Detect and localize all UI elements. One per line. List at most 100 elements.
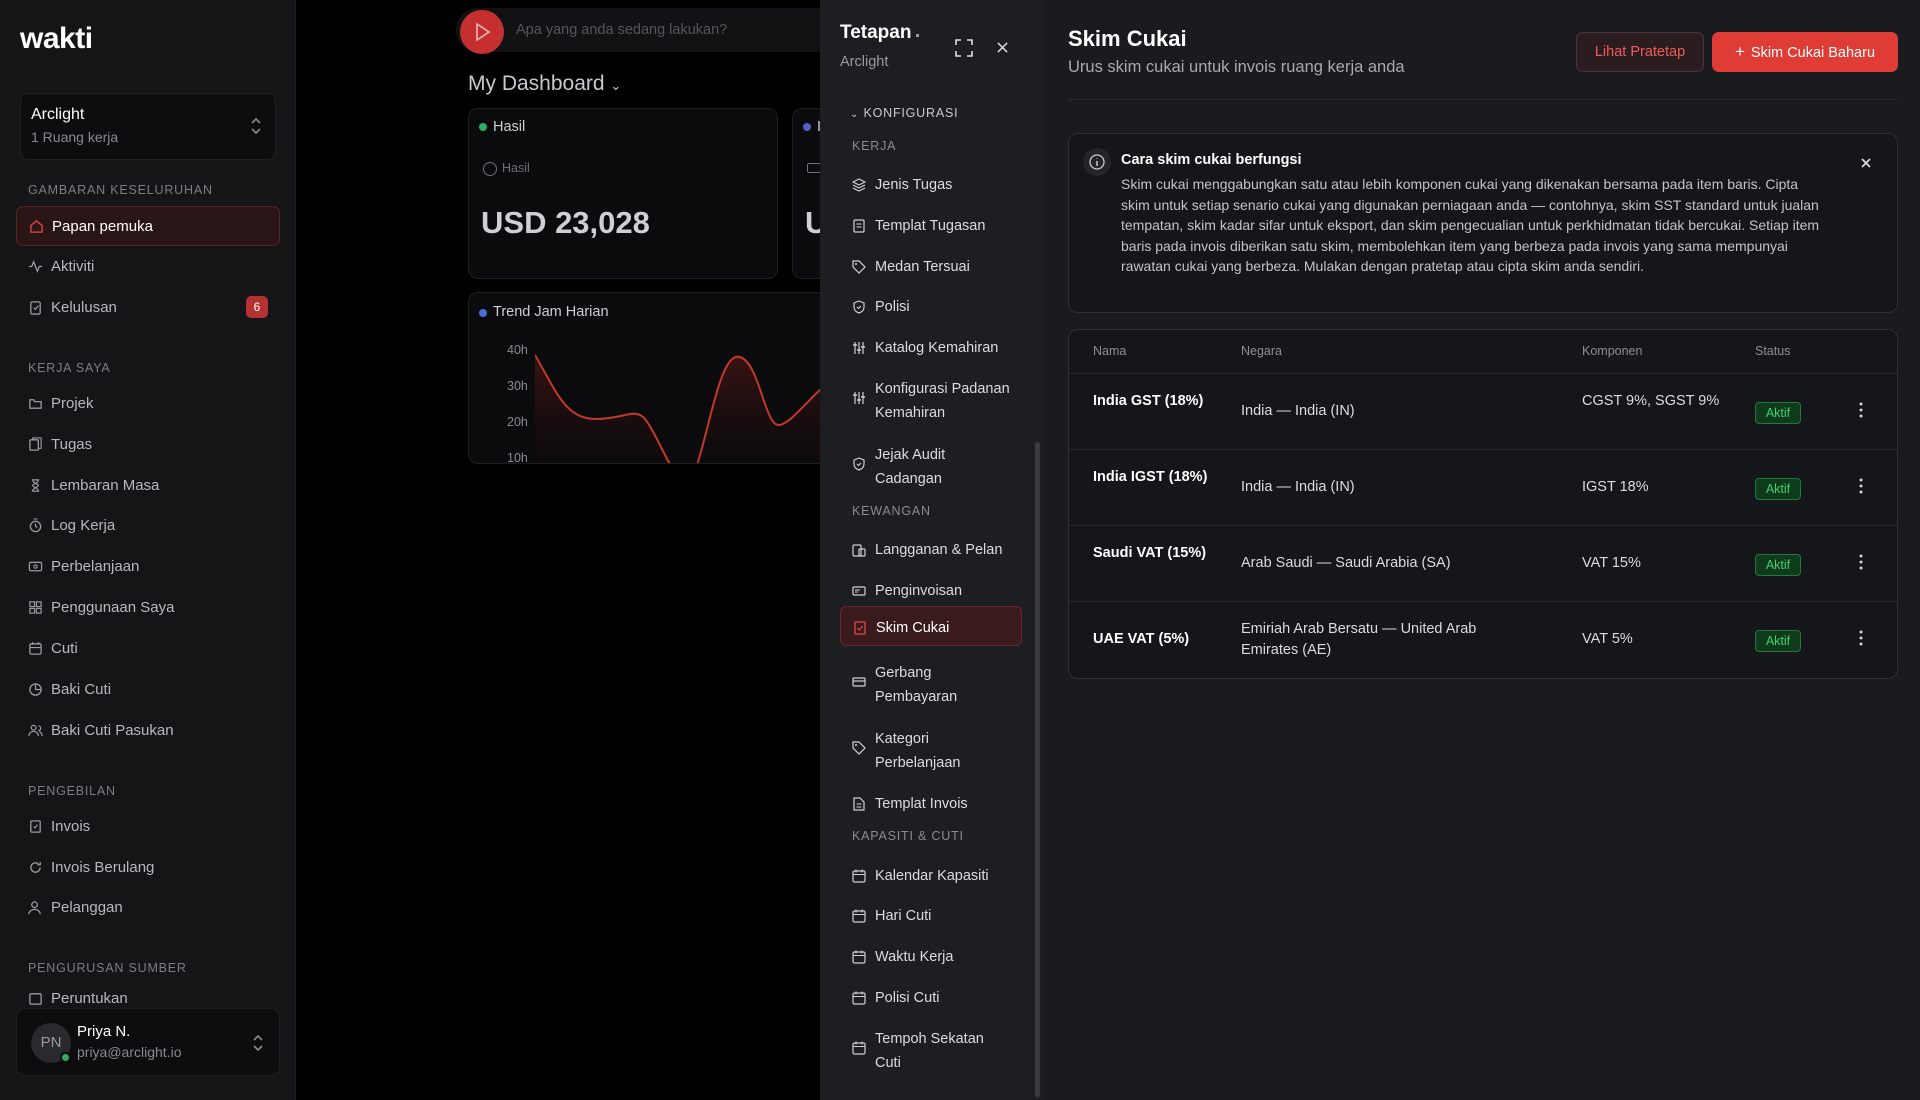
timer-icon [29,517,42,532]
settings-item-holidays[interactable]: Hari Cuti [840,895,1022,937]
status-badge: Aktif [1755,630,1801,652]
settings-scrollbar[interactable] [1035,442,1040,1097]
sidebar-item-team-leave-balance[interactable]: Baki Cuti Pasukan [16,710,280,750]
trend-line [535,354,832,463]
clipboard-icon [30,300,41,315]
activity-icon [28,259,43,273]
settings-item-skill-catalog[interactable]: Katalog Kemahiran [840,327,1022,369]
trend-title: Trend Jam Harian [493,304,609,320]
approvals-count-badge: 6 [246,296,268,318]
settings-item-working-hours[interactable]: Waktu Kerja [840,936,1022,978]
sliders-icon [853,392,865,404]
expand-icon[interactable] [954,38,974,58]
section-title-billing: PENGEBILAN [28,784,116,798]
app-logo[interactable]: wakti [20,22,93,56]
settings-item-task-templates[interactable]: Templat Tugasan [840,205,1022,247]
sidebar-item-leave-balance[interactable]: Baki Cuti [16,669,280,709]
more-options-icon[interactable] [1859,554,1863,570]
green-dot [479,123,487,131]
settings-item-custom-fields[interactable]: Medan Tersuai [840,246,1022,288]
sidebar-item-tasks[interactable]: Tugas [16,424,280,464]
config-section-toggle[interactable]: ⌄ KONFIGURASI [850,106,958,120]
settings-item-subscription-plans[interactable]: Langganan & Pelan [840,529,1022,571]
chevron-updown-icon [251,117,261,135]
section-title-my-work: KERJA SAYA [28,361,111,375]
calendar-icon [29,641,42,655]
sidebar-item-label: Baki Cuti [51,680,112,698]
new-tax-scheme-button[interactable]: + Skim Cukai Baharu [1712,32,1898,72]
settings-item-label: Hari Cuti [875,908,932,924]
scheme-name: India IGST (18%) [1093,469,1208,485]
start-timer-button[interactable] [460,10,504,54]
sidebar-item-projects[interactable]: Projek [16,383,280,423]
sidebar-item-dashboard[interactable]: Papan pemuka [16,206,280,246]
view-presets-button[interactable]: Lihat Pratetap [1576,32,1704,72]
page-title: Skim Cukai [1068,26,1187,51]
table-row[interactable]: India GST (18%) India — India (IN) CGST … [1069,373,1897,449]
settings-item-label: Skim Cukai [876,620,950,636]
more-options-icon[interactable] [1859,630,1863,646]
wallet-icon [28,561,43,571]
document-icon [853,797,865,811]
user-menu[interactable]: PN Priya N. priya@arclight.io [16,1008,280,1076]
tick-label: 20h [507,415,528,429]
settings-item-label: Katalog Kemahiran [875,340,999,356]
sidebar-item-work-log[interactable]: Log Kerja [16,505,280,545]
table-row[interactable]: UAE VAT (5%) Emiriah Arab Bersatu — Unit… [1069,601,1897,677]
sidebar-item-label: Cuti [51,639,78,657]
tick-label: 10h [507,451,528,464]
scheme-country: Emiriah Arab Bersatu — United Arab Emira… [1241,621,1477,658]
calendar-icon [852,950,866,964]
sidebar-item-approvals[interactable]: Kelulusan 6 [16,287,280,327]
tag-icon [852,741,866,755]
sidebar-item-expenses[interactable]: Perbelanjaan [16,546,280,586]
settings-item-leave-blackout[interactable]: Tempoh Sekatan Cuti [840,1018,1022,1084]
settings-item-policies[interactable]: Polisi [840,286,1022,328]
tax-schemes-page: Skim Cukai Urus skim cukai untuk invois … [1044,0,1920,1100]
table-row[interactable]: Saudi VAT (15%) Arab Saudi — Saudi Arabi… [1069,525,1897,601]
timer-bar[interactable]: Apa yang anda sedang lakukan? [456,8,836,54]
column-header-country: Negara [1241,344,1282,358]
sidebar-item-my-usage[interactable]: Penggunaan Saya [16,587,280,627]
coin-icon [483,162,497,176]
workspace-switcher[interactable]: Arclight 1 Ruang kerja [20,93,276,160]
shield-icon [853,300,865,314]
settings-item-expense-categories[interactable]: Kategori Perbelanjaan [840,718,1022,784]
title-dot [916,34,919,37]
settings-item-leave-policies[interactable]: Polisi Cuti [840,977,1022,1019]
more-options-icon[interactable] [1859,402,1863,418]
settings-item-label: Jejak Audit Cadangan [875,447,946,487]
tick-label: 40h [507,343,528,357]
sidebar-item-label: Invois Berulang [51,858,155,876]
settings-item-invoice-templates[interactable]: Templat Invois [840,783,1022,825]
settings-item-task-types[interactable]: Jenis Tugas [840,164,1022,206]
calendar-icon [852,1041,866,1055]
tax-schemes-table: Nama Negara Komponen Status India GST (1… [1068,329,1898,679]
column-header-name: Nama [1093,344,1127,358]
sidebar-item-timesheets[interactable]: Lembaran Masa [16,465,280,505]
group-title-capacity-leave: KAPASITI & CUTI [852,829,964,843]
dashboard-title[interactable]: My Dashboard ⌄ [468,72,621,96]
settings-item-tax-schemes[interactable]: Skim Cukai [840,606,1022,646]
close-icon[interactable] [1859,156,1873,170]
settings-item-skill-matching-config[interactable]: Konfigurasi Padanan Kemahiran [840,368,1022,434]
close-icon[interactable] [996,41,1009,54]
invoice-icon [30,819,41,833]
sidebar-item-label: Projek [51,394,94,412]
sidebar-item-invoices[interactable]: Invois [16,806,280,846]
card-icon [852,677,866,687]
settings-item-label: Medan Tersuai [875,259,970,275]
scheme-components: CGST 9%, SGST 9% [1582,393,1720,409]
settings-item-suggestion-audit-trail[interactable]: Jejak Audit Cadangan [840,434,1022,500]
scheme-country: India — India (IN) [1241,403,1355,419]
more-options-icon[interactable] [1859,478,1863,494]
sidebar-item-leave[interactable]: Cuti [16,628,280,668]
invoice-icon [852,586,866,596]
settings-item-payment-gateway[interactable]: Gerbang Pembayaran [840,652,1022,718]
settings-item-capacity-calendar[interactable]: Kalendar Kapasiti [840,855,1022,897]
sidebar-item-recurring-invoices[interactable]: Invois Berulang [16,847,280,887]
sidebar-item-customers[interactable]: Pelanggan [16,887,280,927]
sidebar-item-activity[interactable]: Aktiviti [16,246,280,286]
table-row[interactable]: India IGST (18%) India — India (IN) IGST… [1069,449,1897,525]
trend-card: Trend Jam Harian 40h 30h 20h 10h [468,292,832,464]
